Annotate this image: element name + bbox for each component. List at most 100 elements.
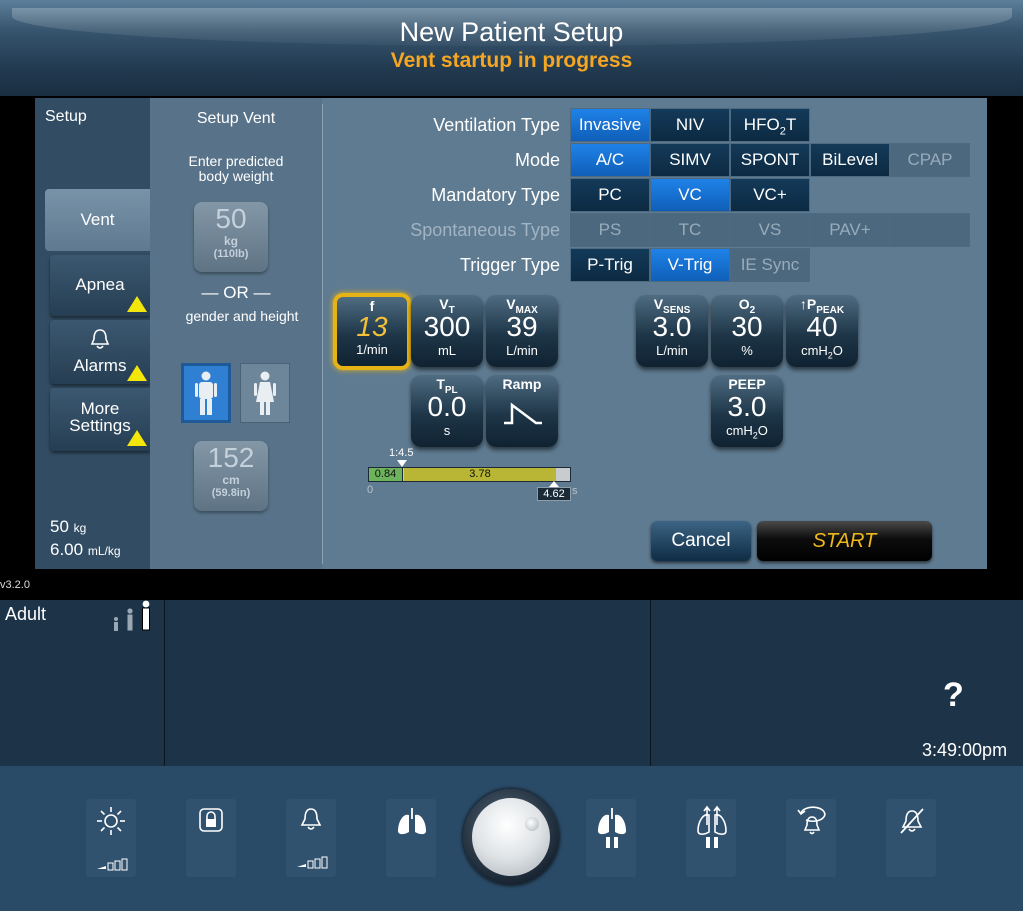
setting-o2[interactable]: O2 30 %: [711, 295, 783, 367]
breath-timing-bar: 0.84 3.78: [368, 467, 571, 482]
setting-tppeak-unit: cmH2O: [801, 343, 843, 361]
setup-vent-title: Setup Vent: [196, 110, 276, 127]
screen-lock-key[interactable]: [186, 799, 236, 877]
height-sub: (59.8in): [211, 487, 251, 499]
setting-f-unit: 1/min: [356, 342, 388, 357]
weight-setting[interactable]: 50 kg (110lb): [194, 202, 268, 272]
warning-triangle-icon: [127, 296, 147, 312]
spontaneous-type-vs[interactable]: VS: [730, 213, 810, 247]
setting-f-value: 13: [356, 311, 388, 342]
ie-ratio-marker: [397, 460, 407, 467]
column-divider: [322, 104, 323, 564]
mode-spont[interactable]: SPONT: [730, 143, 810, 177]
inspiratory-pause-key[interactable]: [586, 799, 636, 877]
mandatory-type-vcplus[interactable]: VC+: [730, 178, 810, 212]
alarm-reset-key[interactable]: [786, 799, 836, 877]
inspiratory-time-value: 0.84: [374, 468, 397, 480]
setting-o2-value: 30: [731, 311, 763, 342]
setting-tpl-unit: s: [443, 423, 451, 438]
tab-alarms[interactable]: Alarms: [50, 320, 150, 384]
tab-more-settings-label: More Settings: [69, 399, 131, 435]
trigger-type-ptrig[interactable]: P-Trig: [570, 248, 650, 282]
mode-bilevel[interactable]: BiLevel: [810, 143, 890, 177]
ie-ratio-label: 1:4.5: [389, 447, 414, 459]
knob-indicator: [525, 817, 539, 831]
ventilation-type-label: Ventilation Type: [433, 115, 560, 135]
setting-tppeak-value: 40: [806, 311, 838, 342]
pbw-instruction: Enter predicted body weight: [188, 153, 284, 184]
mode-cpap[interactable]: CPAP: [890, 143, 970, 177]
ventilation-type-hfo2t[interactable]: HFO2T: [730, 108, 810, 142]
mode-ac[interactable]: A/C: [570, 143, 650, 177]
ramp-square-wave-icon: [504, 402, 542, 425]
spontaneous-type-blank[interactable]: [890, 213, 970, 247]
setting-tppeak[interactable]: ↑PPEAK 40 cmH2O: [786, 295, 858, 367]
status-divider-right: [650, 600, 651, 766]
inspiratory-time-segment: 0.84: [369, 468, 403, 481]
brightness-key[interactable]: [86, 799, 136, 877]
setting-peep-value: 3.0: [727, 391, 767, 422]
clock: 3:49:00pm: [922, 740, 1008, 760]
lungs-icon: [398, 808, 426, 835]
setting-vsens-unit: L/min: [656, 343, 688, 358]
setting-tpl[interactable]: TPL 0.0 s: [411, 375, 483, 447]
tab-more-settings[interactable]: More Settings: [50, 388, 150, 451]
mode-label: Mode: [514, 150, 560, 170]
ventilation-type-invasive[interactable]: Invasive: [570, 108, 650, 142]
tab-apnea[interactable]: Apnea: [50, 255, 150, 316]
mandatory-type-vc[interactable]: VC: [650, 178, 730, 212]
alarm-volume-key[interactable]: [286, 799, 336, 877]
male-button[interactable]: [181, 363, 231, 423]
spontaneous-type-pav[interactable]: PAV+: [810, 213, 890, 247]
adjustment-knob[interactable]: [463, 789, 559, 885]
ventilation-type-niv[interactable]: NIV: [650, 108, 730, 142]
height-unit: cm: [222, 473, 240, 487]
level-bars-icon: [97, 858, 128, 871]
expiratory-time-segment: 3.78: [404, 468, 556, 481]
bell-icon: [88, 328, 112, 355]
setting-vsens-value: 3.0: [652, 311, 692, 342]
female-button[interactable]: [240, 363, 290, 423]
trigger-type-vtrig[interactable]: V-Trig: [650, 248, 730, 282]
alarm-reset-icon: [797, 806, 826, 835]
tab-vent[interactable]: Vent: [45, 189, 150, 251]
setting-peep[interactable]: PEEP 3.0 cmH2O: [711, 375, 783, 447]
spontaneous-type-ps[interactable]: PS: [570, 213, 650, 247]
setting-o2-unit: %: [741, 343, 753, 358]
height-setting[interactable]: 152 cm (59.8in): [194, 441, 268, 511]
setting-vt[interactable]: VT 300 mL: [411, 295, 483, 367]
mandatory-type-pc[interactable]: PC: [570, 178, 650, 212]
setup-nav: Setup Vent Apnea Alarms More Settings 50…: [35, 98, 150, 569]
setting-f[interactable]: f 13 1/min: [333, 293, 411, 370]
mode-simv[interactable]: SIMV: [650, 143, 730, 177]
status-divider-left: [164, 600, 165, 766]
trigger-type-iesync[interactable]: IE Sync: [730, 248, 810, 282]
gender-height-label: gender and height: [185, 308, 299, 324]
setting-vsens[interactable]: VSENS 3.0 L/min: [636, 295, 708, 367]
expiratory-pause-icon: [697, 805, 727, 848]
male-icon: [195, 371, 217, 415]
patient-type-label: Adult: [5, 604, 47, 624]
nav-ratio-value: 6.00: [50, 540, 84, 559]
expiratory-pause-key[interactable]: [686, 799, 736, 877]
manual-inspiration-key[interactable]: [386, 799, 436, 877]
cancel-button[interactable]: Cancel: [651, 521, 751, 561]
help-button[interactable]: ?: [943, 676, 964, 715]
brightness-sun-icon: [97, 807, 125, 835]
patient-size-icon: [114, 600, 150, 631]
inspiratory-pause-icon: [598, 808, 626, 848]
nav-weight: 50 kg: [50, 517, 86, 537]
timing-zero-label: 0: [367, 484, 374, 496]
lock-icon: [199, 808, 223, 832]
alarm-silence-key[interactable]: [886, 799, 936, 877]
nav-ratio-unit: mL/kg: [87, 544, 121, 558]
setting-ramp[interactable]: Ramp: [486, 375, 558, 447]
spontaneous-type-tc[interactable]: TC: [650, 213, 730, 247]
knob-face: [472, 798, 550, 876]
setting-vmax[interactable]: VMAX 39 L/min: [486, 295, 558, 367]
tab-vent-label: Vent: [80, 210, 115, 229]
total-cycle-time: 4.62: [537, 487, 571, 501]
start-button[interactable]: START: [757, 521, 932, 561]
spontaneous-type-label: Spontaneous Type: [410, 220, 560, 240]
level-bars-icon: [297, 856, 328, 869]
